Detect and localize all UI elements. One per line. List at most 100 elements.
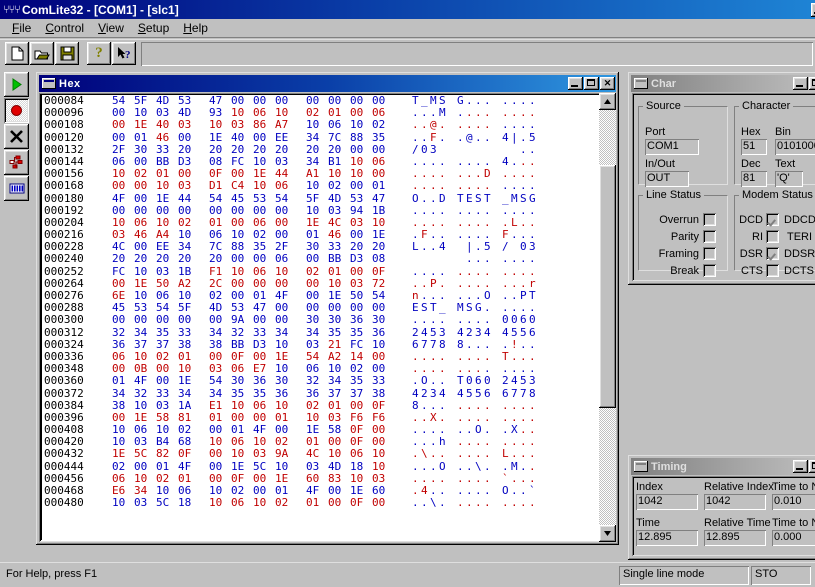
hex-address: 000312 <box>44 325 84 339</box>
ascii-char: 5 <box>475 386 482 400</box>
index-field[interactable]: 1042 <box>636 494 698 510</box>
char-panel-titlebar[interactable]: Char <box>631 75 815 92</box>
hex-byte: 00 <box>134 313 148 327</box>
hex-byte: 03 <box>178 118 192 132</box>
hex-byte: 01 <box>372 179 386 193</box>
timing-minimize-button[interactable] <box>793 460 808 473</box>
break-checkbox[interactable] <box>703 264 716 277</box>
ascii-char: . <box>457 447 464 461</box>
restore-window-button[interactable] <box>811 2 815 17</box>
ri-checkbox[interactable] <box>766 230 779 243</box>
ascii-char: 6 <box>529 325 536 339</box>
ascii-char <box>421 253 430 265</box>
menu-bar: File Control View Setup Help <box>0 19 815 38</box>
clear-button[interactable] <box>4 124 29 149</box>
hex-window-titlebar[interactable]: Hex ✕ <box>39 75 616 92</box>
new-button[interactable] <box>5 42 29 65</box>
context-help-button[interactable]: ? <box>112 42 136 65</box>
hex-byte: 10 <box>306 179 320 193</box>
ascii-char: . <box>430 374 437 388</box>
hex-byte: BB <box>328 252 342 266</box>
inout-field[interactable]: OUT <box>645 171 689 187</box>
hex-row[interactable]: 000300 00 00 00 00 00 9A 00 00 30 30 36 30........ 0 0… <box>41 314 597 326</box>
hex-scroll-thumb[interactable] <box>599 165 616 408</box>
hex-byte: 10 <box>134 264 148 278</box>
hex-byte: 5C <box>134 447 148 461</box>
menu-item-control[interactable]: Control <box>38 19 91 37</box>
menu-item-help[interactable]: Help <box>176 19 215 37</box>
parity-checkbox[interactable] <box>703 230 716 243</box>
hex-byte: 00 <box>209 459 223 473</box>
timing-panel-titlebar[interactable]: Timing <box>631 458 815 475</box>
hex-address-separator <box>41 95 42 540</box>
hex-scroll-up-button[interactable] <box>599 93 616 110</box>
ascii-char: . <box>529 179 536 193</box>
hex-row[interactable]: 000372 34 32 33 34 34 35 35 36 36 37 37 38 4 2 3 4 4 5 5 6 6 7… <box>41 386 597 400</box>
hex-row[interactable]: 000180 4F 00 1E 44 54 45 53 54 5F 4D 53 47 O.. D T E S T _ M… <box>41 192 597 205</box>
connection-button[interactable] <box>4 150 29 175</box>
hex-row[interactable]: 000480 10 03 5C 18 10 06 10 02 01 00 0F 00.. \.......… <box>41 496 597 510</box>
hex-byte: 1E <box>178 374 192 388</box>
port-field[interactable]: COM1 <box>645 139 699 155</box>
hex-maximize-button[interactable] <box>584 77 599 90</box>
hex-row[interactable]: 000432 1E 5C 82 0F 00 10 03 9A 4C 10 06 10. \...... L.… <box>41 448 597 460</box>
status-help-text: For Help, press F1 <box>6 567 98 580</box>
hex-row[interactable]: 000168 00 00 10 03 D1 C4 10 06 10 02 00 01..........… <box>41 180 597 192</box>
hex-scroll-down-button[interactable] <box>599 525 616 542</box>
menu-item-view[interactable]: View <box>91 19 131 37</box>
ddcd-label: DDCD <box>784 214 815 226</box>
relative-time-field[interactable]: 12.895 <box>704 530 766 546</box>
ascii-char: \ <box>421 447 428 461</box>
ascii-char: 2 <box>502 374 509 388</box>
ascii-char: . <box>430 264 437 278</box>
relative-index-field[interactable]: 1042 <box>704 494 766 510</box>
stop-capture-button[interactable] <box>4 98 29 123</box>
hex-close-button[interactable]: ✕ <box>600 77 615 90</box>
bin-field[interactable]: 01010001 <box>775 139 815 155</box>
hex-dump-area[interactable]: 000084 54 5F 4D 53 47 00 00 00 00 00 00 00 T _ M S G.....… <box>39 93 616 542</box>
hex-byte: 01 <box>306 496 320 510</box>
hex-row[interactable]: 000360 01 4F 00 1E 54 30 36 30 32 34 35 33. O.. T 0 6 0 2 4… <box>41 375 597 387</box>
timing-maximize-button[interactable] <box>809 460 815 473</box>
hex-byte: 1E <box>112 447 126 461</box>
hex-byte: 35 <box>350 325 364 339</box>
save-button[interactable] <box>55 42 79 65</box>
about-button[interactable]: ? <box>87 42 111 65</box>
dsr-checkbox[interactable] <box>766 247 779 260</box>
hex-byte: 00 <box>209 313 223 327</box>
hex-row[interactable]: 000240 20 20 20 20 20 00 00 06 00 BB D3 08 ....... <box>41 253 597 265</box>
source-group: Source Port COM1 In/Out OUT <box>638 100 728 187</box>
timing-window-icon <box>634 461 648 472</box>
main-titlebar[interactable]: ⑂⑂⑂ ComLite32 - [COM1] - [slc1] <box>0 0 815 19</box>
start-capture-button[interactable] <box>4 72 29 97</box>
hex-row[interactable]: 000108 00 1E 40 03 10 03 86 A7 10 06 10 02.. @.......… <box>41 119 597 131</box>
hex-byte: 0F <box>350 496 364 510</box>
hex-row[interactable]: 000252 FC 10 03 1B F1 10 06 10 02 01 00 0F..........… <box>41 264 597 278</box>
hex-vertical-scrollbar[interactable] <box>599 93 616 542</box>
char-minimize-button[interactable] <box>793 77 808 90</box>
menu-item-file[interactable]: File <box>5 19 38 37</box>
dcd-checkbox[interactable] <box>766 213 779 226</box>
time-to-next-field[interactable]: 0.000 <box>772 530 815 546</box>
hex-byte: 36 <box>253 374 267 388</box>
time-field[interactable]: 12.895 <box>636 530 698 546</box>
overrun-checkbox[interactable] <box>703 213 716 226</box>
signal-bars-button[interactable] <box>4 176 29 201</box>
ascii-char: . <box>484 179 491 193</box>
ascii-char: . <box>466 118 473 132</box>
time-to-next-index-field[interactable]: 0.010 <box>772 494 815 510</box>
hex-field[interactable]: 51 <box>741 139 767 155</box>
framing-checkbox[interactable] <box>703 247 716 260</box>
dec-field[interactable]: 81 <box>741 171 767 187</box>
menu-item-setup[interactable]: Setup <box>131 19 176 37</box>
ascii-char: 7 <box>520 386 527 400</box>
hex-row[interactable]: 000120 00 01 46 00 1E 40 00 EE 34 7C 88 35.. F.. @.. 4 |… <box>41 131 597 144</box>
hex-row[interactable]: 000444 02 00 01 4F 00 1E 5C 10 03 4D 18 10... O.. \.. M… <box>41 459 597 473</box>
hex-row[interactable]: 000312 32 34 35 33 34 32 33 34 34 35 35 36 2 4 5 3 4 2 3 4 4 5… <box>41 325 597 339</box>
cts-checkbox[interactable] <box>766 264 779 277</box>
open-button[interactable] <box>30 42 54 65</box>
text-field[interactable]: 'Q' <box>775 171 803 187</box>
hex-byte: 10 <box>231 447 245 461</box>
char-maximize-button[interactable] <box>809 77 815 90</box>
hex-minimize-button[interactable] <box>568 77 583 90</box>
